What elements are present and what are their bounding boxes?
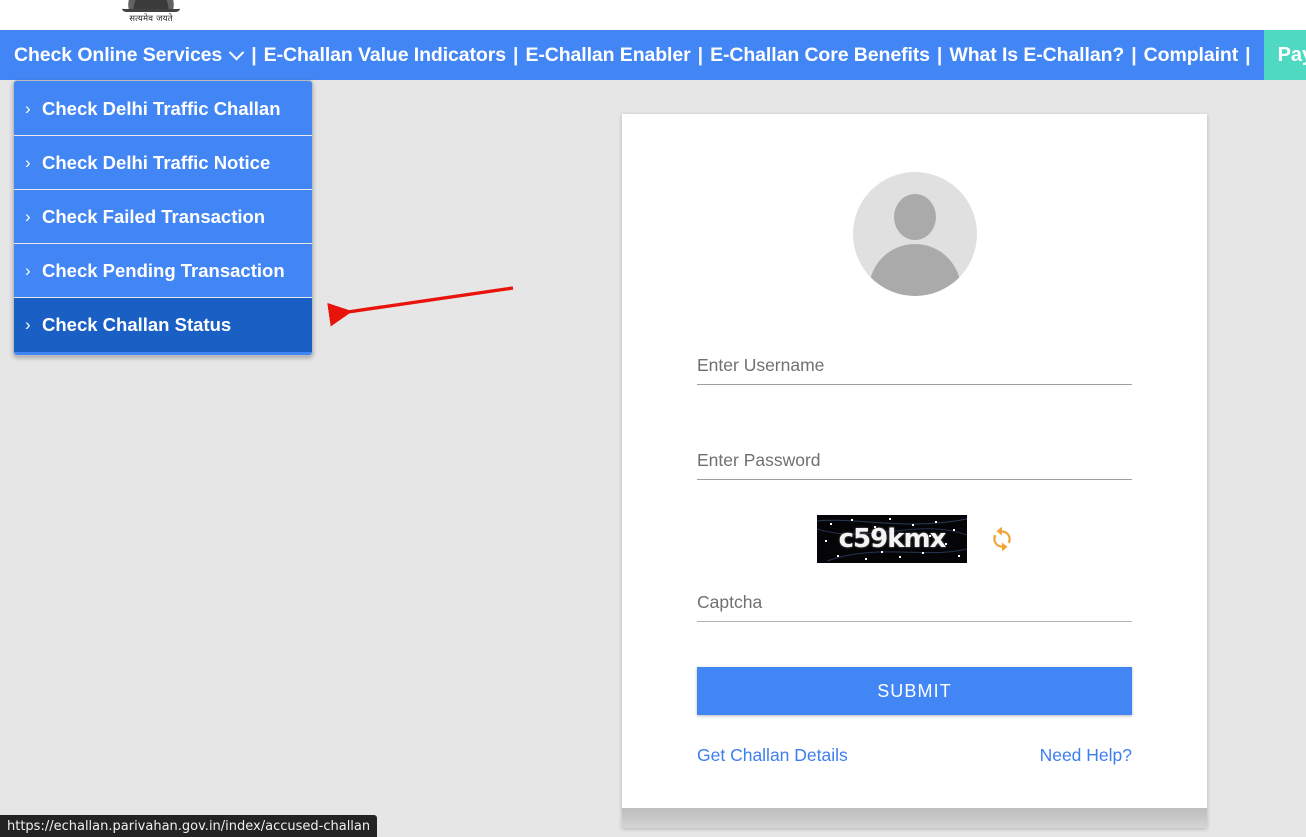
captcha-text: c59kmx — [838, 524, 947, 554]
refresh-icon[interactable] — [987, 524, 1017, 554]
captcha-image: c59kmx — [817, 515, 967, 563]
nav-item-label: Check Online Services — [14, 43, 223, 66]
dropdown-item-label: Check Delhi Traffic Challan — [42, 97, 281, 119]
national-emblem: सत्यमेव जयते — [120, 0, 182, 24]
dropdown-item-check-failed-transaction[interactable]: › Check Failed Transaction — [14, 190, 312, 244]
nav-separator: | — [251, 43, 257, 66]
main-navigation-bar: Check Online Services | E-Challan Value … — [0, 30, 1306, 80]
password-input[interactable] — [697, 447, 1132, 480]
username-input[interactable] — [697, 352, 1132, 385]
pay-button[interactable]: Pay — [1263, 30, 1306, 80]
nav-separator: | — [936, 43, 943, 66]
get-challan-details-link[interactable]: Get Challan Details — [697, 745, 848, 766]
need-help-link[interactable]: Need Help? — [1040, 745, 1132, 766]
nav-item-check-online-services[interactable]: Check Online Services — [0, 43, 245, 67]
chevron-right-icon: › — [25, 206, 31, 226]
login-card: c59kmx SUBMIT Get Challan Details Need H… — [622, 114, 1207, 828]
password-field — [697, 447, 1132, 480]
nav-item-e-challan-enabler[interactable]: E-Challan Enabler — [525, 44, 690, 67]
avatar-body-shape — [868, 244, 961, 296]
nav-separator: | — [1131, 43, 1137, 66]
dropdown-item-label: Check Challan Status — [42, 314, 232, 335]
chevron-right-icon: › — [25, 315, 31, 334]
nav-item-e-challan-value-indicators[interactable]: E-Challan Value Indicators — [264, 44, 506, 67]
nav-separator: | — [512, 43, 519, 66]
captcha-row: c59kmx — [697, 515, 1132, 563]
dropdown-item-label: Check Delhi Traffic Notice — [42, 151, 271, 173]
card-links: Get Challan Details Need Help? — [697, 745, 1132, 766]
card-footer-strip — [622, 808, 1207, 828]
nav-separator: | — [1245, 43, 1251, 66]
red-arrow-annotation — [327, 286, 514, 327]
chevron-right-icon: › — [25, 98, 31, 118]
check-online-services-dropdown: › Check Delhi Traffic Challan › Check De… — [13, 80, 313, 356]
submit-button[interactable]: SUBMIT — [697, 667, 1132, 715]
captcha-input[interactable] — [697, 589, 1132, 622]
chevron-right-icon: › — [25, 152, 31, 172]
emblem-strip: सत्यमेव जयते — [0, 0, 1306, 30]
browser-status-bar: https://echallan.parivahan.gov.in/index/… — [0, 815, 378, 837]
dropdown-item-check-pending-transaction[interactable]: › Check Pending Transaction — [14, 244, 312, 298]
chevron-down-icon — [228, 44, 245, 60]
avatar-container — [697, 114, 1132, 296]
login-card-body: c59kmx SUBMIT Get Challan Details Need H… — [622, 114, 1207, 808]
user-avatar-icon — [852, 172, 977, 296]
username-field — [697, 352, 1132, 385]
nav-item-e-challan-core-benefits[interactable]: E-Challan Core Benefits — [710, 44, 930, 67]
refresh-icon-glyph — [993, 526, 1011, 552]
dropdown-item-check-delhi-traffic-notice[interactable]: › Check Delhi Traffic Notice — [14, 136, 312, 190]
nav-item-complaint[interactable]: Complaint — [1144, 44, 1239, 67]
dropdown-item-check-challan-status[interactable]: › Check Challan Status — [14, 298, 312, 352]
ashoka-emblem-icon — [122, 0, 180, 12]
nav-separator: | — [697, 43, 704, 66]
emblem-caption: सत्यमेव जयते — [129, 14, 173, 24]
captcha-field — [697, 589, 1132, 622]
avatar-head-shape — [893, 194, 936, 240]
nav-item-what-is-e-challan[interactable]: What Is E-Challan? — [949, 44, 1124, 67]
dropdown-item-check-delhi-traffic-challan[interactable]: › Check Delhi Traffic Challan — [14, 82, 312, 136]
chevron-right-icon: › — [25, 260, 31, 280]
dropdown-item-label: Check Failed Transaction — [42, 205, 266, 227]
dropdown-item-label: Check Pending Transaction — [42, 259, 285, 281]
